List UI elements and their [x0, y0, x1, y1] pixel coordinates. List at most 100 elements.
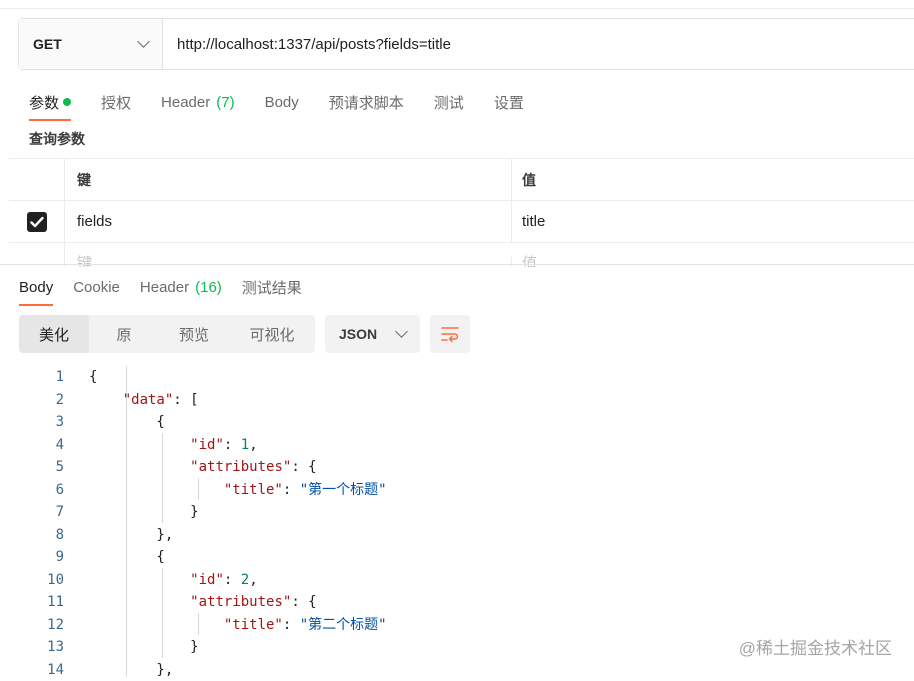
checkbox-column-header [9, 159, 65, 200]
code-line: 6 "title": "第一个标题" [0, 479, 914, 502]
line-number: 3 [0, 411, 64, 434]
code-line: 12 "title": "第二个标题" [0, 614, 914, 637]
param-key-field[interactable]: fields [65, 201, 512, 242]
tab-auth[interactable]: 授权 [101, 89, 131, 115]
new-key-input[interactable]: 键 [65, 257, 512, 267]
tab-label: Cookie [73, 279, 120, 296]
request-bar: GET http://localhost:1337/api/posts?fiel… [18, 18, 914, 70]
param-checkbox[interactable] [27, 212, 47, 232]
line-number: 13 [0, 636, 64, 659]
line-number: 2 [0, 389, 64, 412]
code-text: "attributes": { [89, 456, 317, 479]
line-number: 4 [0, 434, 64, 457]
format-label: JSON [339, 326, 377, 342]
code-line: 4 "id": 1, [0, 434, 914, 457]
query-params-title: 查询参数 [29, 129, 85, 149]
param-value-field[interactable]: title [512, 201, 914, 242]
code-text: "attributes": { [89, 591, 317, 614]
wrap-lines-button[interactable] [430, 315, 470, 353]
wrap-lines-icon [440, 325, 460, 343]
view-raw-button[interactable]: 原 [89, 315, 159, 353]
code-line: 3 { [0, 411, 914, 434]
response-toolbar: 美化 原 预览 可视化 JSON [19, 315, 470, 353]
header-count: (7) [216, 94, 234, 111]
tab-header[interactable]: Header (7) [161, 89, 235, 115]
params-table: 键 值 fields title 键 值 [9, 158, 914, 267]
view-visualize-button[interactable]: 可视化 [229, 315, 315, 353]
tab-label: Header [140, 279, 189, 296]
key-column-header: 键 [65, 159, 512, 200]
line-number: 11 [0, 591, 64, 614]
resp-tab-header[interactable]: Header (16) [140, 274, 222, 300]
code-line: 5 "attributes": { [0, 456, 914, 479]
code-line: 7 } [0, 501, 914, 524]
format-select[interactable]: JSON [325, 315, 420, 353]
resp-tab-body[interactable]: Body [19, 274, 53, 300]
code-text: }, [89, 524, 173, 547]
view-mode-switch: 美化 原 预览 可视化 [19, 315, 315, 353]
method-select[interactable]: GET [19, 19, 163, 69]
tab-label: 测试结果 [242, 277, 302, 298]
code-text: "id": 2, [89, 569, 258, 592]
row-checkbox-cell [9, 201, 65, 242]
chevron-down-icon [137, 35, 150, 48]
tab-label: 参数 [29, 92, 59, 113]
code-line: 1{ [0, 366, 914, 389]
code-text: "title": "第二个标题" [89, 614, 387, 637]
tab-body[interactable]: Body [265, 89, 299, 115]
active-indicator-dot [63, 98, 71, 106]
tab-tests[interactable]: 测试 [434, 89, 464, 115]
top-divider [0, 0, 914, 9]
tab-label: Header [161, 94, 210, 111]
request-tabs: 参数 授权 Header (7) Body 预请求脚本 测试 设置 [29, 86, 554, 118]
tab-label: 预请求脚本 [329, 92, 404, 113]
line-number: 9 [0, 546, 64, 569]
code-line: 14 }, [0, 659, 914, 681]
code-text: "id": 1, [89, 434, 258, 457]
table-header-row: 键 值 [9, 158, 914, 200]
value-column-header: 值 [512, 159, 914, 200]
code-text: { [89, 366, 97, 389]
table-row: fields title [9, 200, 914, 242]
resp-tab-cookie[interactable]: Cookie [73, 274, 120, 300]
resp-header-count: (16) [195, 279, 222, 296]
new-value-input[interactable]: 值 [512, 257, 914, 267]
chevron-down-icon [395, 325, 408, 338]
line-number: 1 [0, 366, 64, 389]
code-line: 11 "attributes": { [0, 591, 914, 614]
tab-pre-request-script[interactable]: 预请求脚本 [329, 89, 404, 115]
line-number: 12 [0, 614, 64, 637]
code-text: "title": "第一个标题" [89, 479, 387, 502]
line-number: 14 [0, 659, 64, 681]
code-text: }, [89, 659, 173, 681]
code-text: { [89, 546, 165, 569]
code-text: } [89, 636, 199, 659]
line-number: 10 [0, 569, 64, 592]
code-text: } [89, 501, 199, 524]
method-label: GET [33, 36, 62, 52]
response-tabs: Body Cookie Header (16) 测试结果 [19, 272, 322, 302]
url-input[interactable]: http://localhost:1337/api/posts?fields=t… [163, 19, 914, 69]
code-line: 8 }, [0, 524, 914, 547]
code-text: "data": [ [89, 389, 199, 412]
tab-label: 测试 [434, 92, 464, 113]
line-number: 8 [0, 524, 64, 547]
resp-tab-test-results[interactable]: 测试结果 [242, 274, 302, 300]
line-number: 7 [0, 501, 64, 524]
tab-label: 设置 [494, 92, 524, 113]
code-line: 2 "data": [ [0, 389, 914, 412]
tab-label: 授权 [101, 92, 131, 113]
response-divider[interactable] [0, 264, 914, 265]
tab-settings[interactable]: 设置 [494, 89, 524, 115]
line-number: 5 [0, 456, 64, 479]
tab-label: Body [265, 94, 299, 111]
code-line: 10 "id": 2, [0, 569, 914, 592]
checkmark-icon [30, 216, 44, 228]
view-pretty-button[interactable]: 美化 [19, 315, 89, 353]
tab-params[interactable]: 参数 [29, 89, 71, 115]
code-text: { [89, 411, 165, 434]
line-number: 6 [0, 479, 64, 502]
watermark: @稀土掘金技术社区 [739, 634, 892, 659]
code-line: 9 { [0, 546, 914, 569]
view-preview-button[interactable]: 预览 [159, 315, 229, 353]
